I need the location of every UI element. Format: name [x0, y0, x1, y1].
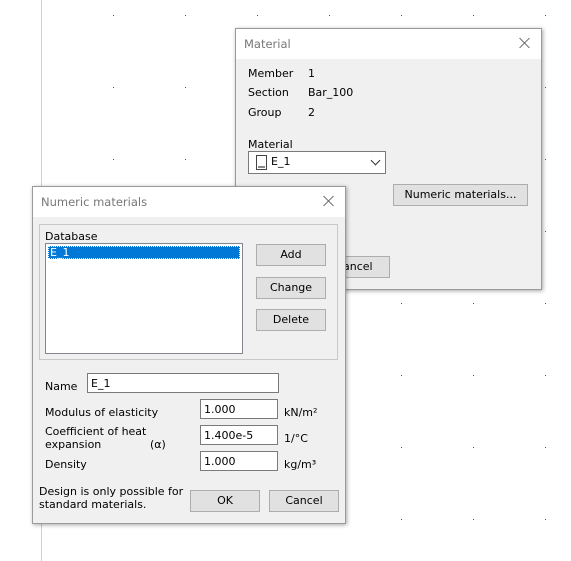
grid-dot — [401, 303, 402, 304]
design-note-line2: standard materials. — [39, 498, 147, 511]
list-item-selected[interactable]: E_1 — [48, 246, 240, 259]
close-icon[interactable] — [321, 193, 337, 209]
heat-unit: 1/°C — [284, 432, 308, 445]
density-field[interactable]: 1.000 — [200, 451, 278, 471]
material-dialog-titlebar[interactable]: Material — [236, 29, 541, 59]
grid-dot — [185, 159, 186, 160]
numeric-materials-button[interactable]: Numeric materials... — [393, 184, 528, 206]
material-select-value: E_1 — [271, 155, 291, 168]
numeric-materials-dialog: Numeric materials Database E_1 Add Chang… — [32, 186, 346, 524]
grid-dot — [257, 15, 258, 16]
grid-dot — [545, 447, 546, 448]
grid-dot — [401, 447, 402, 448]
change-button[interactable]: Change — [256, 277, 326, 299]
material-select[interactable]: E_1 — [248, 151, 386, 174]
grid-dot — [545, 15, 546, 16]
alpha-symbol: (α) — [150, 438, 166, 451]
grid-dot — [113, 15, 114, 16]
database-label: Database — [45, 230, 98, 243]
density-label: Density — [45, 458, 87, 471]
delete-button[interactable]: Delete — [256, 309, 326, 331]
grid-dot — [401, 519, 402, 520]
numeric-dialog-titlebar[interactable]: Numeric materials — [33, 187, 345, 217]
material-label: Material — [248, 138, 293, 151]
chevron-down-icon[interactable] — [370, 155, 381, 166]
density-unit: kg/m³ — [284, 458, 317, 471]
section-value: Bar_100 — [308, 86, 354, 99]
numeric-dialog-title: Numeric materials — [41, 195, 148, 209]
grid-dot — [113, 87, 114, 88]
group-label: Group — [248, 106, 282, 119]
grid-dot — [401, 15, 402, 16]
material-cancel-label: ancel — [343, 260, 373, 273]
grid-dot — [545, 375, 546, 376]
grid-dot — [473, 303, 474, 304]
grid-dot — [473, 15, 474, 16]
grid-dot — [473, 375, 474, 376]
cancel-button[interactable]: Cancel — [269, 490, 339, 512]
grid-dot — [185, 87, 186, 88]
name-label: Name — [45, 380, 78, 393]
grid-dot — [473, 519, 474, 520]
grid-dot — [545, 159, 546, 160]
grid-dot — [473, 447, 474, 448]
material-dialog-title: Material — [244, 37, 291, 51]
member-value: 1 — [308, 67, 315, 80]
grid-dot — [545, 303, 546, 304]
close-icon[interactable] — [517, 35, 533, 51]
heat-label-line1: Coefficient of heat — [45, 425, 147, 438]
grid-dot — [329, 15, 330, 16]
group-value: 2 — [308, 106, 315, 119]
section-label: Section — [248, 86, 289, 99]
modulus-field[interactable]: 1.000 — [200, 399, 278, 419]
design-note-line1: Design is only possible for — [39, 485, 184, 498]
material-icon — [256, 155, 267, 170]
database-listbox[interactable]: E_1 — [45, 243, 243, 354]
modulus-unit: kN/m² — [284, 406, 318, 419]
grid-dot — [545, 87, 546, 88]
add-button[interactable]: Add — [256, 244, 326, 266]
heat-expansion-field[interactable]: 1.400e-5 — [200, 425, 278, 445]
grid-dot — [113, 159, 114, 160]
ok-button[interactable]: OK — [190, 490, 260, 512]
grid-dot — [545, 231, 546, 232]
member-label: Member — [248, 67, 294, 80]
grid-dot — [185, 15, 186, 16]
name-field[interactable]: E_1 — [87, 373, 279, 393]
grid-dot — [545, 519, 546, 520]
grid-dot — [401, 375, 402, 376]
modulus-label: Modulus of elasticity — [45, 406, 159, 419]
heat-label-line2: expansion — [45, 438, 102, 451]
